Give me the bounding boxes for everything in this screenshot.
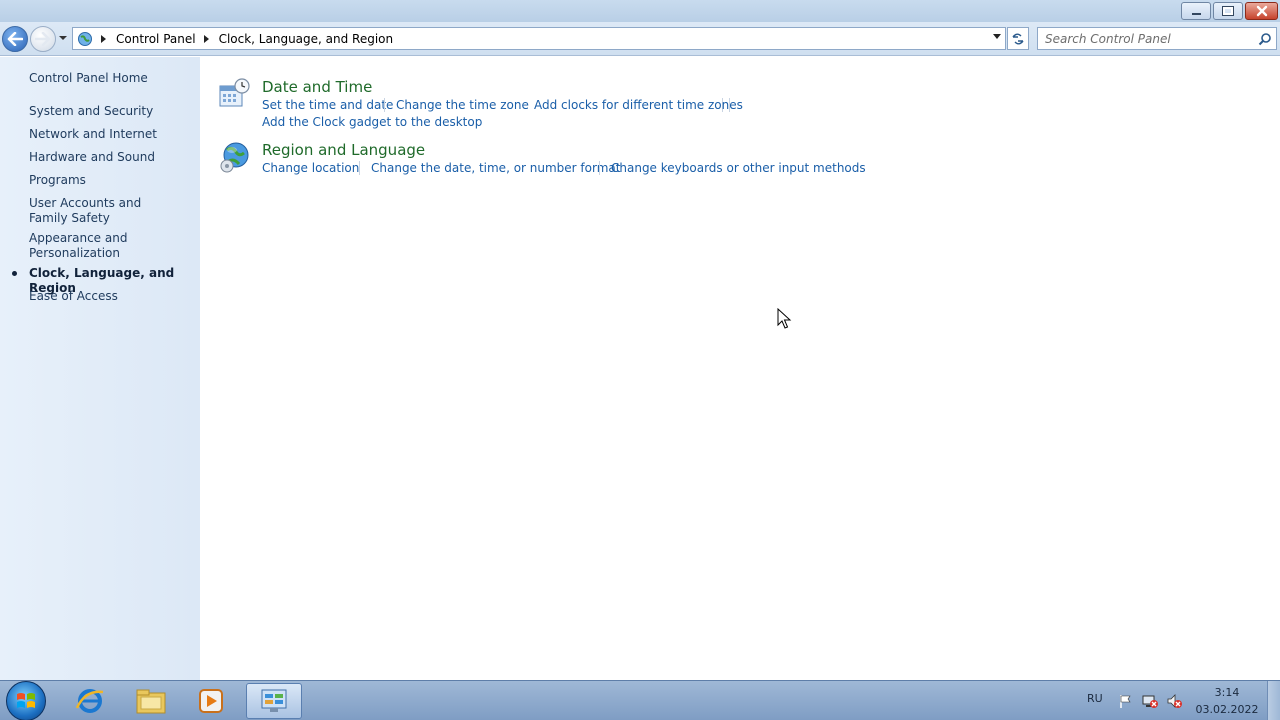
task-change-format[interactable]: Change the date, time, or number format bbox=[371, 161, 620, 175]
breadcrumb-control-panel[interactable]: Control Panel bbox=[112, 32, 200, 46]
forward-button[interactable] bbox=[30, 26, 56, 52]
category-title-date-time[interactable]: Date and Time bbox=[262, 78, 372, 96]
calendar-clock-icon[interactable] bbox=[217, 77, 251, 111]
sidebar-item-user-accounts[interactable]: User Accounts and Family Safety bbox=[29, 196, 179, 226]
clock-date[interactable]: 03.02.2022 bbox=[1190, 703, 1264, 716]
minimize-button[interactable] bbox=[1181, 2, 1211, 20]
refresh-icon bbox=[1012, 33, 1024, 44]
mouse-cursor-icon bbox=[777, 308, 792, 329]
address-bar[interactable]: Control Panel Clock, Language, and Regio… bbox=[72, 27, 1006, 50]
main-content: Date and Time Set the time and date Chan… bbox=[200, 57, 1280, 680]
sidebar-home-link[interactable]: Control Panel Home bbox=[29, 71, 189, 86]
close-button[interactable] bbox=[1245, 2, 1278, 20]
back-arrow-icon bbox=[7, 32, 23, 46]
task-set-time-date[interactable]: Set the time and date bbox=[262, 98, 393, 112]
media-player-icon bbox=[199, 689, 223, 713]
address-dropdown-icon[interactable] bbox=[993, 34, 1001, 39]
search-input[interactable] bbox=[1045, 31, 1245, 46]
title-bar bbox=[0, 0, 1280, 22]
task-change-time-zone[interactable]: Change the time zone bbox=[396, 98, 529, 112]
breadcrumb-separator[interactable] bbox=[203, 34, 209, 43]
taskbar-app-windows-explorer[interactable] bbox=[123, 683, 179, 719]
taskbar-app-control-panel[interactable] bbox=[246, 683, 302, 719]
show-desktop-button[interactable] bbox=[1267, 681, 1280, 720]
back-button[interactable] bbox=[2, 26, 28, 52]
active-item-bullet bbox=[12, 271, 17, 276]
recent-pages-button[interactable] bbox=[58, 32, 68, 44]
task-add-clock-gadget[interactable]: Add the Clock gadget to the desktop bbox=[262, 115, 482, 129]
task-separator bbox=[599, 161, 600, 175]
search-box[interactable] bbox=[1037, 27, 1277, 50]
clock-time[interactable]: 3:14 bbox=[1190, 686, 1264, 699]
search-icon[interactable] bbox=[1258, 32, 1272, 46]
volume-muted-icon[interactable] bbox=[1166, 693, 1182, 709]
action-center-flag-icon[interactable] bbox=[1118, 693, 1134, 709]
windows-explorer-icon bbox=[136, 689, 166, 714]
sidebar-item-ease-of-access[interactable]: Ease of Access bbox=[29, 289, 189, 304]
task-change-location[interactable]: Change location bbox=[262, 161, 359, 175]
task-separator bbox=[384, 98, 385, 112]
breadcrumb-current[interactable]: Clock, Language, and Region bbox=[215, 32, 398, 46]
restore-button[interactable] bbox=[1213, 2, 1243, 20]
navigation-bar: Control Panel Clock, Language, and Regio… bbox=[0, 22, 1280, 56]
breadcrumb-separator[interactable] bbox=[101, 34, 106, 43]
sidebar-item-network-internet[interactable]: Network and Internet bbox=[29, 127, 189, 142]
internet-explorer-icon bbox=[75, 689, 104, 713]
globe-icon[interactable] bbox=[217, 140, 251, 174]
close-icon bbox=[1256, 5, 1267, 17]
taskbar-app-internet-explorer[interactable] bbox=[62, 683, 118, 719]
network-disconnected-icon[interactable] bbox=[1142, 693, 1158, 709]
restore-icon bbox=[1222, 6, 1234, 16]
control-panel-icon bbox=[261, 689, 287, 712]
sidebar-item-system-security[interactable]: System and Security bbox=[29, 104, 189, 119]
category-title-region-language[interactable]: Region and Language bbox=[262, 141, 425, 159]
minimize-icon bbox=[1191, 13, 1201, 15]
control-panel-globe-icon bbox=[78, 31, 92, 46]
sidebar: Control Panel Home System and Security N… bbox=[0, 57, 200, 680]
task-add-clocks[interactable]: Add clocks for different time zones bbox=[534, 98, 743, 112]
windows-logo-icon bbox=[17, 693, 35, 708]
taskbar-app-media-player[interactable] bbox=[183, 683, 239, 719]
sidebar-item-appearance[interactable]: Appearance and Personalization bbox=[29, 231, 149, 261]
chevron-down-icon bbox=[59, 36, 67, 40]
refresh-button[interactable] bbox=[1007, 27, 1029, 50]
sidebar-item-programs[interactable]: Programs bbox=[29, 173, 189, 188]
task-separator bbox=[359, 161, 360, 175]
taskbar: RU 3:14 03.02.2022 bbox=[0, 680, 1280, 720]
sidebar-item-hardware-sound[interactable]: Hardware and Sound bbox=[29, 150, 189, 165]
language-indicator[interactable]: RU bbox=[1087, 692, 1103, 705]
task-change-keyboards[interactable]: Change keyboards or other input methods bbox=[611, 161, 866, 175]
task-separator bbox=[729, 98, 730, 112]
forward-arrow-icon bbox=[35, 32, 51, 46]
start-button[interactable] bbox=[6, 681, 46, 720]
